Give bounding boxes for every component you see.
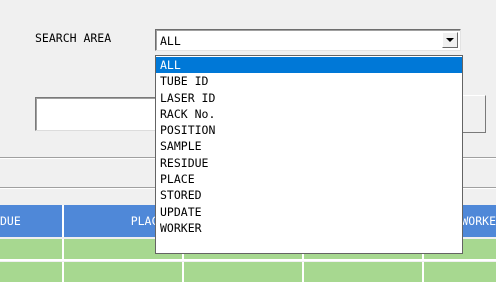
dropdown-option-laser-id[interactable]: LASER ID: [156, 90, 462, 106]
table-cell[interactable]: [304, 262, 424, 282]
column-header-label: DUE: [0, 214, 21, 228]
dropdown-option-tube-id[interactable]: TUBE ID: [156, 73, 462, 89]
dropdown-arrow-button[interactable]: [442, 32, 458, 48]
column-header-label: WORKE: [461, 214, 496, 228]
table-cell[interactable]: [0, 239, 64, 259]
chevron-down-icon: [446, 38, 454, 42]
table-cell[interactable]: [424, 262, 496, 282]
dropdown-option-update[interactable]: UPDATE: [156, 204, 462, 220]
dropdown-option-stored[interactable]: STORED: [156, 187, 462, 203]
search-area-dropdown-list[interactable]: ALL TUBE ID LASER ID RACK No. POSITION S…: [155, 55, 463, 254]
column-header-residue[interactable]: DUE: [0, 205, 64, 237]
search-area-selected-value: ALL: [160, 34, 181, 48]
table-cell[interactable]: [64, 262, 184, 282]
table-row[interactable]: [0, 262, 496, 282]
row-divider: [0, 259, 496, 261]
search-area-select[interactable]: ALL: [155, 29, 461, 51]
dropdown-option-all[interactable]: ALL: [156, 57, 462, 74]
search-input[interactable]: [35, 97, 175, 131]
dropdown-option-position[interactable]: POSITION: [156, 122, 462, 138]
table-cell[interactable]: [184, 262, 304, 282]
dropdown-option-worker[interactable]: WORKER: [156, 220, 462, 236]
search-area-label: SEARCH AREA: [35, 31, 112, 45]
dropdown-option-sample[interactable]: SAMPLE: [156, 138, 462, 154]
dropdown-option-rack-no[interactable]: RACK No.: [156, 106, 462, 122]
dropdown-option-residue[interactable]: RESIDUE: [156, 155, 462, 171]
dropdown-option-place[interactable]: PLACE: [156, 171, 462, 187]
table-cell[interactable]: [0, 262, 64, 282]
